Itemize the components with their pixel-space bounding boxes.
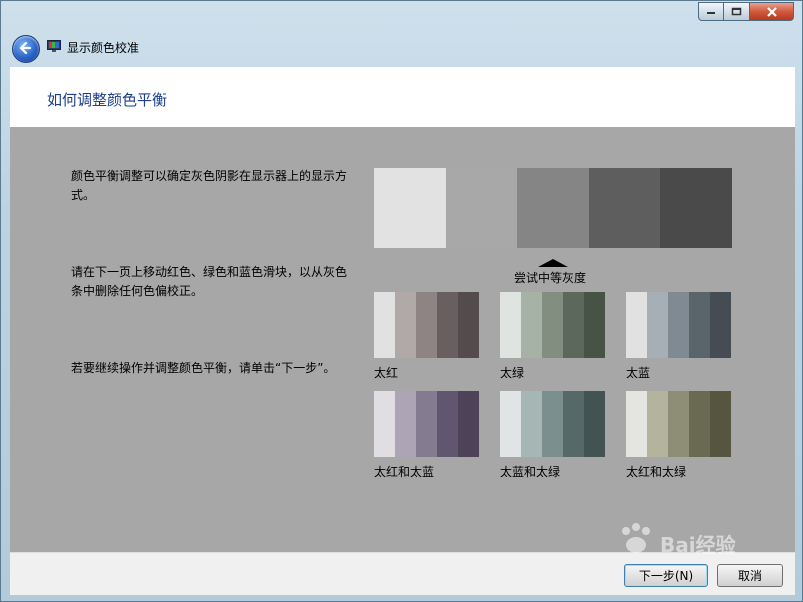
mid-gray-label: 尝试中等灰度 — [514, 271, 587, 285]
swatch-bar — [689, 391, 710, 457]
minimize-button[interactable] — [698, 2, 724, 21]
baidu-watermark: Bai经验 — [616, 519, 766, 561]
page-title: 如何调整颜色平衡 — [47, 91, 168, 109]
swatch-bar — [668, 292, 689, 358]
intro-paragraph: 颜色平衡调整可以确定灰色阴影在显示器上的显示方式。 — [71, 169, 348, 202]
swatch-bar — [647, 391, 668, 457]
maximize-button[interactable] — [724, 2, 750, 21]
title-bar: 显示颜色校准 — [1, 1, 802, 67]
gray-strip-bar — [445, 168, 518, 248]
swatch-bar — [458, 391, 479, 457]
swatch-bar — [437, 292, 458, 358]
monitor-icon — [47, 40, 61, 52]
page-header: 如何调整颜色平衡 — [10, 67, 795, 127]
pointer-triangle-icon — [538, 259, 568, 267]
swatch-bar — [626, 292, 647, 358]
swatch-bar — [374, 292, 395, 358]
next-button[interactable]: 下一步(N) — [624, 564, 708, 587]
swatch-bar — [500, 391, 521, 457]
swatch-bar — [416, 391, 437, 457]
color-cast-swatch — [626, 292, 731, 358]
cancel-button[interactable]: 取消 — [717, 564, 783, 587]
swatch-bar — [521, 292, 542, 358]
maximize-icon — [731, 7, 742, 16]
gray-balance-strip — [374, 168, 732, 248]
watermark-text: Bai经验 — [660, 533, 736, 557]
swatch-bar — [710, 391, 731, 457]
color-cast-swatch — [626, 391, 731, 457]
swatch-label: 太红 — [374, 366, 399, 380]
gray-strip-bar — [374, 168, 446, 248]
swatch-label: 太蓝和太绿 — [500, 465, 561, 479]
back-arrow-icon — [19, 41, 32, 55]
swatch-bar — [563, 292, 584, 358]
swatch-bar — [416, 292, 437, 358]
swatch-label: 太红和太绿 — [626, 465, 687, 479]
swatch-bar — [374, 391, 395, 457]
swatch-bar — [626, 391, 647, 457]
swatch-bar — [542, 292, 563, 358]
swatch-bar — [395, 391, 416, 457]
content-area: 颜色平衡调整可以确定灰色阴影在显示器上的显示方式。 请在下一页上移动红色、绿色和… — [10, 127, 795, 552]
swatch-bar — [710, 292, 731, 358]
swatch-label: 太红和太蓝 — [374, 465, 435, 479]
close-button[interactable] — [750, 2, 794, 21]
swatch-label: 太蓝 — [626, 366, 651, 380]
swatch-bar — [563, 391, 584, 457]
swatch-bar — [500, 292, 521, 358]
gray-strip-bar — [517, 168, 589, 248]
color-cast-swatch — [374, 391, 479, 457]
swatch-bar — [437, 391, 458, 457]
gray-strip-bar — [660, 168, 732, 248]
window-title: 显示颜色校准 — [67, 41, 140, 55]
continue-paragraph: 若要继续操作并调整颜色平衡，请单击“下一步”。 — [71, 361, 336, 375]
swatch-bar — [668, 391, 689, 457]
swatch-bar — [647, 292, 668, 358]
color-cast-swatch — [374, 292, 479, 358]
window-controls — [698, 2, 794, 22]
instruction-paragraph: 请在下一页上移动红色、绿色和蓝色滑块，以从灰色条中删除任何色偏校正。 — [71, 265, 348, 298]
calibration-window: 显示颜色校准 如何调整颜色平衡 颜色平衡调整可以确定灰色阴影在显示器上的显示方式… — [0, 0, 803, 602]
swatch-label: 太绿 — [500, 366, 525, 380]
swatch-bar — [521, 391, 542, 457]
color-cast-swatch — [500, 292, 605, 358]
swatch-bar — [458, 292, 479, 358]
close-icon — [766, 6, 777, 17]
swatch-bar — [395, 292, 416, 358]
gray-strip-bar — [588, 168, 661, 248]
back-button[interactable] — [12, 35, 40, 63]
swatch-bar — [584, 391, 605, 457]
swatch-bar — [542, 391, 563, 457]
paw-icon — [622, 523, 650, 553]
swatch-bar — [584, 292, 605, 358]
color-cast-swatch — [500, 391, 605, 457]
minimize-icon — [707, 11, 715, 14]
swatch-bar — [689, 292, 710, 358]
